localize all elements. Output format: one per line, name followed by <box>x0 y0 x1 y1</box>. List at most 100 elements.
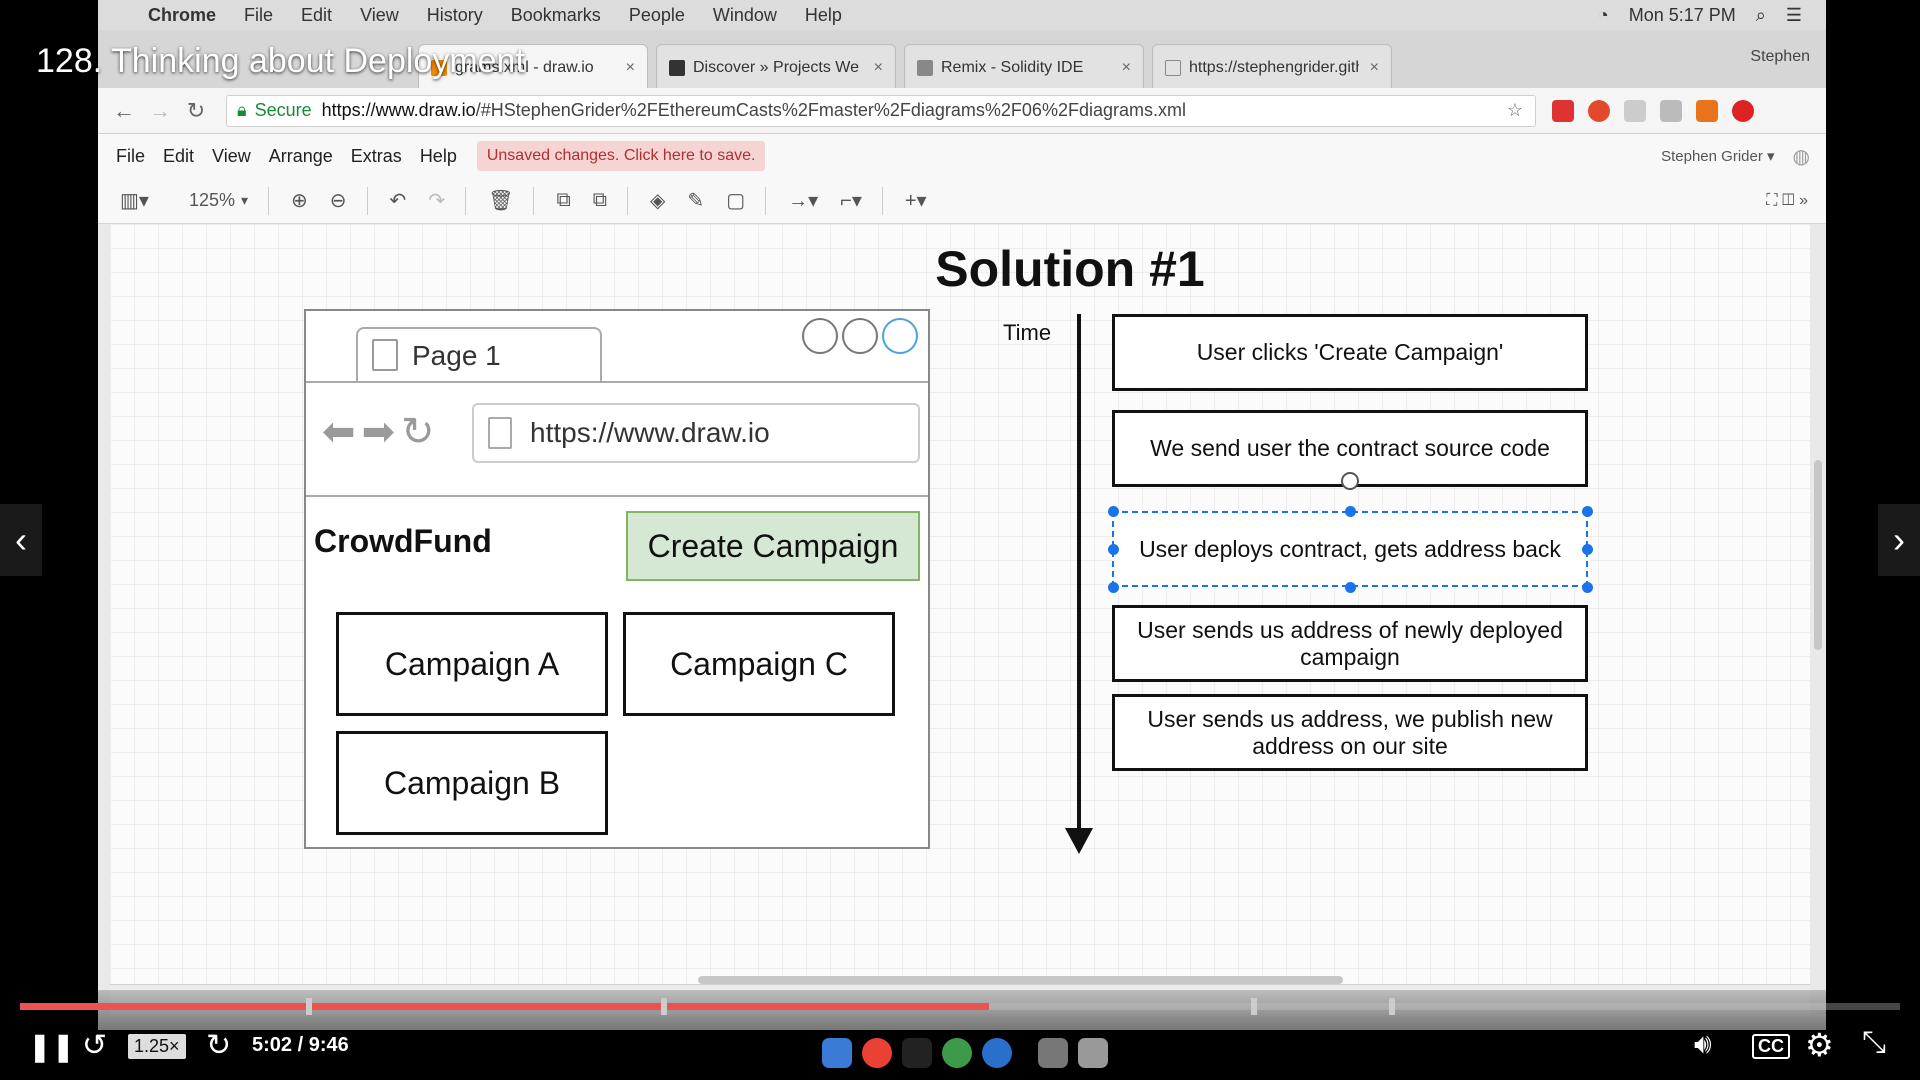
chapter-marker[interactable] <box>306 998 312 1015</box>
rewind-icon[interactable]: ↺ <box>82 1028 107 1063</box>
globe-icon[interactable]: ◍ <box>1793 144 1810 169</box>
css-extension-icon[interactable] <box>1624 99 1646 122</box>
chapter-marker[interactable] <box>661 998 667 1015</box>
resize-handle[interactable] <box>1345 582 1356 593</box>
pause-icon[interactable]: ❚❚ <box>28 1030 75 1063</box>
insert-icon[interactable]: +▾ <box>905 188 927 213</box>
drawio-menu-edit[interactable]: Edit <box>163 146 194 167</box>
format-panel-icon[interactable]: ▥▾ <box>120 188 149 213</box>
rotate-handle-icon[interactable] <box>1341 472 1359 490</box>
to-front-icon[interactable]: ⧉ <box>556 189 570 212</box>
playback-speed-button[interactable]: 1.25× <box>128 1034 186 1059</box>
shadow-icon[interactable]: ▢ <box>726 188 745 213</box>
campaign-card-c[interactable]: Campaign C <box>623 612 895 716</box>
progress-fill <box>20 1003 989 1010</box>
create-campaign-button[interactable]: Create Campaign <box>626 511 920 581</box>
opera-extension-icon[interactable] <box>1588 99 1610 122</box>
page-icon <box>488 417 512 449</box>
step-box[interactable]: User sends us address of newly deployed … <box>1112 605 1588 682</box>
unsaved-changes-button[interactable]: Unsaved changes. Click here to save. <box>476 141 766 171</box>
time-arrowhead-icon <box>1065 828 1093 854</box>
resize-handle[interactable] <box>1108 544 1119 555</box>
resize-handle[interactable] <box>1108 506 1119 517</box>
resize-handle[interactable] <box>1582 506 1593 517</box>
step-box-selected[interactable]: User deploys contract, gets address back <box>1112 511 1588 587</box>
chevron-left-icon: ‹ <box>15 519 27 560</box>
campaign-card-b[interactable]: Campaign B <box>336 731 608 835</box>
video-title: 128. Thinking about Deployment <box>36 42 525 80</box>
drawio-user-menu[interactable]: Stephen Grider ▾ <box>1661 147 1774 165</box>
time-axis-line[interactable] <box>1077 314 1081 832</box>
close-icon[interactable]: × <box>626 59 635 77</box>
url-host: https://www.draw.io <box>321 100 476 120</box>
resize-handle[interactable] <box>1108 582 1119 593</box>
extension-icon[interactable] <box>1732 99 1754 122</box>
zoom-in-icon[interactable]: ⊕ <box>291 188 308 213</box>
previous-lecture-button[interactable]: ‹ <box>0 504 42 576</box>
campaign-card-a[interactable]: Campaign A <box>336 612 608 716</box>
drawio-menu-file[interactable]: File <box>116 146 145 167</box>
waypoints-icon[interactable]: ⌐▾ <box>840 188 862 213</box>
mockup-tab: Page 1 <box>356 327 602 383</box>
diagram-title[interactable]: Solution #1 <box>820 240 1320 298</box>
menubar-help: Help <box>804 4 842 25</box>
fullscreen-toggle-icon[interactable]: ⛶ ◫ » <box>1766 192 1808 210</box>
browser-tab-remix[interactable]: Remix - Solidity IDE × <box>904 44 1144 90</box>
star-icon[interactable]: ☆ <box>1507 100 1523 121</box>
chapter-marker[interactable] <box>1389 998 1395 1015</box>
drawio-menu-arrange[interactable]: Arrange <box>269 146 333 167</box>
browser-profile-name[interactable]: Stephen <box>1750 48 1810 66</box>
back-icon[interactable]: ← <box>106 98 142 124</box>
drawio-menu-help[interactable]: Help <box>420 146 457 167</box>
resize-handle[interactable] <box>1345 506 1356 517</box>
close-icon[interactable]: × <box>874 59 883 77</box>
tab-label: Discover » Projects We Love <box>693 58 863 76</box>
exit-fullscreen-icon[interactable]: ⤡ <box>1862 1026 1886 1060</box>
extension-icon[interactable] <box>1552 99 1574 122</box>
connection-icon[interactable]: →▾ <box>788 188 818 213</box>
to-back-icon[interactable]: ⧉ <box>593 189 607 212</box>
line-color-icon[interactable]: ✎ <box>687 188 704 213</box>
volume-icon[interactable]: 🔊︎ <box>1694 1028 1712 1061</box>
step-box[interactable]: User clicks 'Create Campaign' <box>1112 314 1588 391</box>
toolbar-divider <box>533 186 535 215</box>
url-input[interactable]: 🔒︎ Secure https://www.draw.io/#HStephenG… <box>226 94 1536 127</box>
step-box[interactable]: User sends us address, we publish new ad… <box>1112 694 1588 771</box>
browser-tab-kickstarter[interactable]: Discover » Projects We Love × <box>656 44 896 90</box>
drawio-menu-view[interactable]: View <box>212 146 251 167</box>
chevron-right-icon: › <box>1893 519 1905 560</box>
redo-icon[interactable]: ↷ <box>428 188 445 213</box>
fill-color-icon[interactable]: ◈ <box>650 188 665 213</box>
reload-icon[interactable]: ↻ <box>178 98 214 124</box>
menubar-bookmarks: Bookmarks <box>510 4 601 25</box>
browser-mockup[interactable]: Page 1 ⬅➡↻ https://www.draw.io CrowdFund… <box>304 309 930 849</box>
time-label: Time <box>1003 320 1052 345</box>
page-icon <box>372 339 398 371</box>
undo-icon[interactable]: ↶ <box>390 188 407 213</box>
close-icon[interactable]: × <box>1370 59 1379 77</box>
delete-icon[interactable]: 🗑︎ <box>488 188 513 213</box>
documents-icon <box>1038 1038 1068 1068</box>
close-icon[interactable]: × <box>1122 59 1131 77</box>
vertical-scrollbar[interactable] <box>1814 460 1822 650</box>
forward-icon[interactable]: → <box>142 98 178 124</box>
browser-tab-github[interactable]: https://stephengrider.github × <box>1152 44 1392 90</box>
settings-gear-icon[interactable]: ⚙ <box>1805 1026 1834 1064</box>
horizontal-scrollbar[interactable] <box>698 976 1343 984</box>
drawio-menu-extras[interactable]: Extras <box>351 146 402 167</box>
resize-handle[interactable] <box>1582 544 1593 555</box>
metamask-icon[interactable] <box>1696 99 1718 122</box>
url-text: https://www.draw.io/#HStephenGrider%2FEt… <box>322 100 1186 121</box>
menubar-window: Window <box>712 4 777 25</box>
captions-button[interactable]: CC <box>1752 1034 1790 1059</box>
resize-handle[interactable] <box>1582 582 1593 593</box>
progress-bar[interactable] <box>20 998 1900 1015</box>
zoom-select[interactable]: 125% <box>189 190 235 211</box>
next-lecture-button[interactable]: › <box>1878 504 1920 576</box>
forward-icon[interactable]: ↻ <box>206 1028 231 1063</box>
zoom-out-icon[interactable]: ⊖ <box>330 188 347 213</box>
chapter-marker[interactable] <box>1251 998 1257 1015</box>
chevron-down-icon: ▾ <box>240 192 249 208</box>
extension-icon[interactable] <box>1660 99 1682 122</box>
app-icon <box>982 1038 1012 1068</box>
